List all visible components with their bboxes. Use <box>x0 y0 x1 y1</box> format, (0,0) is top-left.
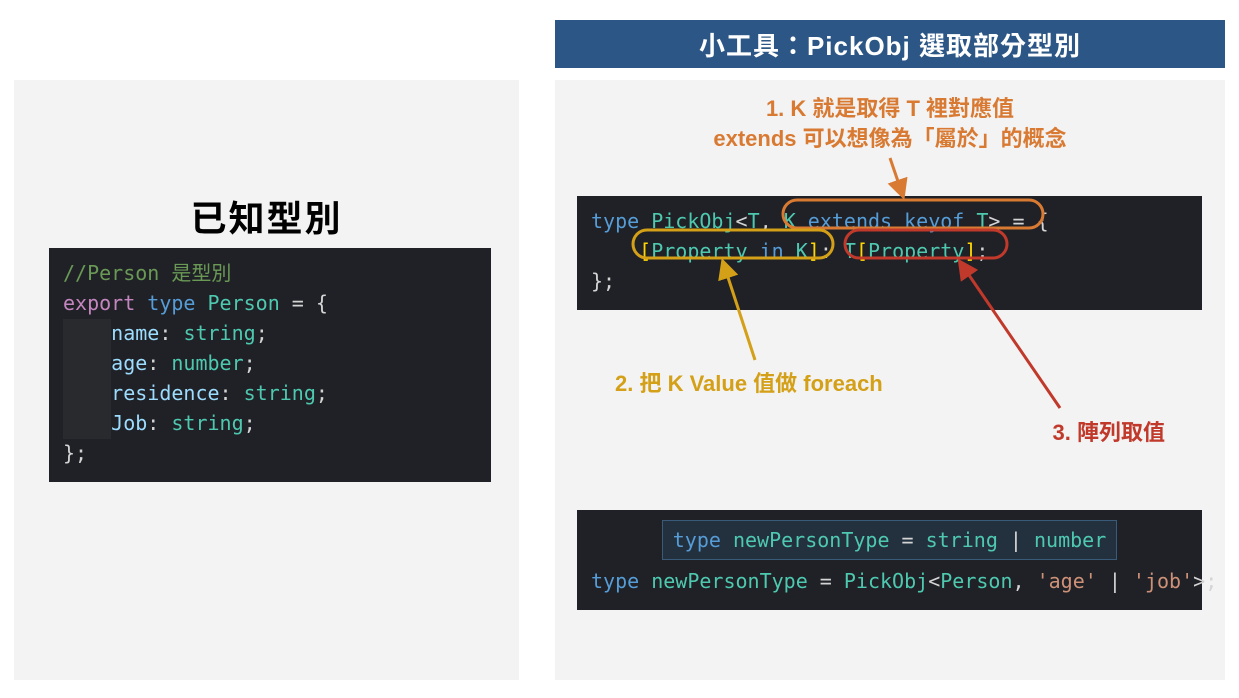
title-bar: 小工具：PickObj 選取部分型別 <box>555 20 1225 68</box>
right-code-block-1: type PickObj<T, K extends keyof T> = { [… <box>577 196 1202 310</box>
code-line: [Property in K]: T[Property]; <box>591 236 1188 266</box>
left-heading: 已知型別 <box>14 190 519 242</box>
code-line: type newPersonType = PickObj<Person, 'ag… <box>591 566 1188 596</box>
slide: 小工具：PickObj 選取部分型別 已知型別 //Person 是型別 exp… <box>0 0 1239 698</box>
inner-type-box-wrap: type newPersonType = string | number <box>591 520 1188 566</box>
code-line: }; <box>63 438 477 468</box>
annotation-3: 3. 陣列取值 <box>1053 415 1165 447</box>
code-line: residence: string; <box>63 378 477 408</box>
right-panel: 1. K 就是取得 T 裡對應值 extends 可以想像為「屬於」的概念 ty… <box>555 80 1225 680</box>
code-line: type PickObj<T, K extends keyof T> = { <box>591 206 1188 236</box>
annotation-2: 2. 把 K Value 值做 foreach <box>615 366 883 398</box>
left-panel: 已知型別 //Person 是型別 export type Person = {… <box>14 80 519 680</box>
code-line: age: number; <box>63 348 477 378</box>
left-code-block: //Person 是型別 export type Person = { name… <box>49 248 491 482</box>
arrow-orange <box>890 158 903 196</box>
code-line: //Person 是型別 <box>63 258 477 288</box>
code-line: export type Person = { <box>63 288 477 318</box>
annotation-1: 1. K 就是取得 T 裡對應值 extends 可以想像為「屬於」的概念 <box>555 94 1225 154</box>
code-comment: //Person 是型別 <box>63 261 231 285</box>
code-line: name: string; <box>63 318 477 348</box>
right-code-block-2: type newPersonType = string | number typ… <box>577 510 1202 610</box>
code-line: }; <box>591 266 1188 296</box>
title-text: 小工具：PickObj 選取部分型別 <box>699 26 1081 63</box>
code-line: Job: string; <box>63 408 477 438</box>
inner-type-box: type newPersonType = string | number <box>662 520 1118 560</box>
